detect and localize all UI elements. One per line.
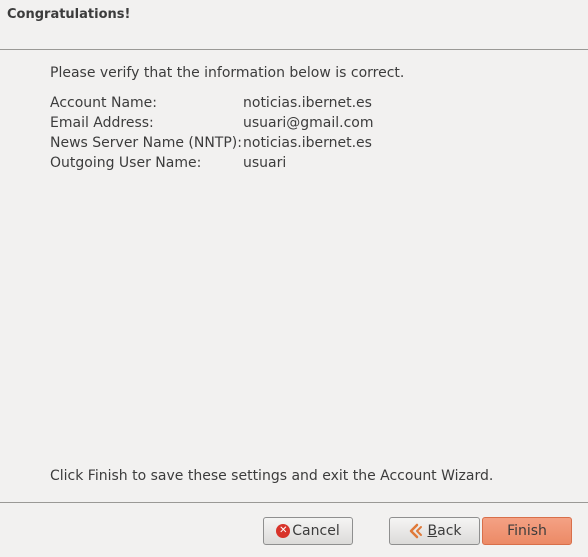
finish-button-label: Finish — [507, 523, 547, 539]
finish-instructions: Click Finish to save these settings and … — [50, 468, 494, 484]
back-accel-key: B — [427, 523, 438, 539]
header-divider — [0, 49, 588, 50]
cancel-button[interactable]: ✕ Cancel — [263, 517, 353, 545]
info-value: noticias.ibernet.es — [243, 135, 372, 151]
back-arrow-icon — [409, 523, 422, 539]
summary-section: Please verify that the information below… — [50, 63, 570, 173]
account-wizard-dialog: Congratulations! Please verify that the … — [0, 0, 588, 557]
footer-divider — [0, 502, 588, 503]
cancel-button-label: Cancel — [292, 523, 340, 539]
info-row-news-server: News Server Name (NNTP): noticias.iberne… — [50, 133, 374, 153]
info-value: noticias.ibernet.es — [243, 95, 372, 111]
info-row-account-name: Account Name: noticias.ibernet.es — [50, 93, 374, 113]
info-value: usuari@gmail.com — [243, 115, 374, 131]
wizard-header: Congratulations! — [0, 0, 588, 50]
back-button[interactable]: Back — [389, 517, 480, 545]
info-row-outgoing-user: Outgoing User Name: usuari — [50, 153, 374, 173]
finish-button[interactable]: Finish — [482, 517, 572, 545]
back-label-rest: ack — [437, 523, 462, 539]
info-label: Email Address: — [50, 115, 154, 131]
info-label: Account Name: — [50, 95, 157, 111]
info-label: Outgoing User Name: — [50, 155, 202, 171]
info-label: News Server Name (NNTP): — [50, 135, 242, 151]
account-info-table: Account Name: noticias.ibernet.es Email … — [50, 93, 374, 173]
back-button-label: Back — [428, 523, 462, 539]
cancel-icon: ✕ — [276, 524, 291, 538]
info-value: usuari — [243, 155, 287, 171]
info-row-email-address: Email Address: usuari@gmail.com — [50, 113, 374, 133]
page-title: Congratulations! — [7, 7, 131, 22]
intro-text: Please verify that the information below… — [50, 65, 405, 81]
